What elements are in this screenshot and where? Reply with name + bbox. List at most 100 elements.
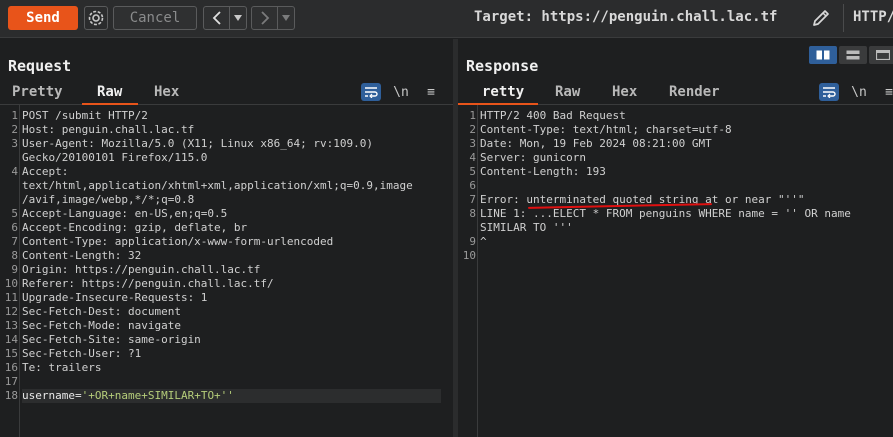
layout-side-by-side-button[interactable]: [809, 46, 837, 64]
tab-raw[interactable]: Raw: [97, 84, 122, 100]
send-button[interactable]: Send: [8, 6, 78, 30]
line-number: 15: [4, 347, 18, 360]
line-number: 17: [4, 375, 18, 388]
code-line: Sec-Fetch-Dest: document: [22, 305, 181, 318]
cancel-button[interactable]: Cancel: [113, 6, 197, 30]
http-version-selector[interactable]: HTTP/: [853, 9, 893, 25]
line-number: 18: [4, 389, 18, 402]
line-number: [0, 151, 18, 165]
wrap-text-icon: [365, 87, 378, 98]
line-number: 14: [4, 333, 18, 346]
layout-toggles: [809, 46, 893, 64]
line-number: 4: [11, 165, 18, 178]
body-param-value: '+OR+name+SIMILAR+TO+'': [81, 389, 234, 402]
back-history-dropdown[interactable]: [230, 7, 246, 29]
menu-icon[interactable]: ≡: [879, 83, 893, 101]
top-toolbar: Send Cancel Target: https://penguin.chal…: [0, 0, 893, 38]
pencil-icon: [813, 10, 829, 26]
error-caret-line: ^: [480, 235, 487, 248]
line-number: 3: [11, 137, 18, 150]
menu-icon[interactable]: ≡: [421, 83, 441, 101]
tab-hex[interactable]: Hex: [612, 84, 637, 100]
request-pane: Request Pretty Raw Hex \n ≡ 1 2 3 4 5 6 …: [0, 39, 453, 437]
code-line: Accept:: [22, 165, 69, 178]
code-line: Content-Type: application/x-www-form-url…: [22, 235, 334, 248]
code-line: Upgrade-Insecure-Requests: 1: [22, 291, 208, 304]
code-line: Accept-Language: en-US,en;q=0.5: [22, 207, 228, 220]
code-line: Gecko/20100101 Firefox/115.0: [22, 151, 208, 164]
line-number: 7: [469, 193, 476, 206]
line-number: 8: [469, 207, 476, 220]
wrap-lines-button[interactable]: [361, 83, 381, 101]
request-body-line[interactable]: username='+OR+name+SIMILAR+TO+'': [22, 389, 441, 403]
response-pane: Response retty Raw Hex Render \n ≡ 1 2 3…: [458, 39, 893, 437]
gear-icon: [88, 10, 104, 26]
edit-target-button[interactable]: [809, 6, 833, 30]
line-number: 10: [462, 249, 476, 262]
line-number: 16: [4, 361, 18, 374]
line-number: 2: [11, 123, 18, 136]
layout-tabs-button[interactable]: [869, 46, 893, 64]
error-query-continuation: SIMILAR TO ''': [480, 221, 573, 234]
tab-pretty[interactable]: retty: [482, 84, 524, 100]
request-code: POST /submit HTTP/2 Host: penguin.chall.…: [22, 109, 449, 403]
line-number: 2: [469, 123, 476, 136]
settings-button[interactable]: [84, 6, 108, 30]
line-number: 5: [11, 207, 18, 220]
wrap-lines-button[interactable]: [819, 83, 839, 101]
tab-hex[interactable]: Hex: [154, 84, 179, 100]
code-line: /avif,image/webp,*/*;q=0.8: [22, 193, 195, 206]
code-line: Accept-Encoding: gzip, deflate, br: [22, 221, 248, 234]
rows-icon: [846, 50, 860, 60]
toolbar-separator: [843, 4, 844, 32]
line-number: 6: [469, 179, 476, 192]
forward-nav-group: [251, 6, 295, 30]
request-title: Request: [8, 57, 72, 75]
code-line: Content-Type: text/html; charset=utf-8: [480, 123, 732, 136]
line-number: 6: [11, 221, 18, 234]
code-line: text/html,application/xhtml+xml,applicat…: [22, 179, 413, 192]
line-number: 9: [11, 263, 18, 276]
tab-render[interactable]: Render: [669, 84, 720, 100]
request-tabs: Pretty Raw Hex \n ≡: [0, 79, 453, 105]
code-line: Date: Mon, 19 Feb 2024 08:21:00 GMT: [480, 137, 712, 150]
code-line: Referer: https://penguin.chall.lac.tf/: [22, 277, 274, 290]
code-line: POST /submit HTTP/2: [22, 109, 148, 122]
line-number: 8: [11, 249, 18, 262]
code-line: Content-Length: 193: [480, 165, 606, 178]
line-number: 4: [469, 151, 476, 164]
line-number: 1: [11, 109, 18, 122]
line-number: 11: [4, 291, 18, 304]
code-line: Content-Length: 32: [22, 249, 142, 262]
line-number: [0, 179, 18, 193]
line-number: 10: [4, 277, 18, 290]
columns-icon: [816, 50, 830, 60]
forward-button[interactable]: [252, 7, 278, 29]
line-number: [0, 193, 18, 207]
error-query-line: LINE 1: ...ELECT * FROM penguins WHERE n…: [480, 207, 851, 220]
request-line-numbers: 1 2 3 4 5 6 7 8 9 10 11 12 13 14 15 16 1…: [0, 109, 18, 403]
code-line: Origin: https://penguin.chall.lac.tf: [22, 263, 261, 276]
tab-pretty[interactable]: Pretty: [12, 84, 63, 100]
code-line: Host: penguin.chall.lac.tf: [22, 123, 195, 136]
show-newlines-button[interactable]: \n: [391, 83, 411, 101]
line-number: 7: [11, 235, 18, 248]
tab-raw[interactable]: Raw: [555, 84, 580, 100]
line-number: 13: [4, 319, 18, 332]
response-line-numbers: 1 2 3 4 5 6 7 8 9 10: [458, 109, 476, 263]
code-line: Server: gunicorn: [480, 151, 586, 164]
code-line: Sec-Fetch-Site: same-origin: [22, 333, 201, 346]
chevron-right-icon: [260, 11, 269, 25]
layout-stacked-button[interactable]: [839, 46, 867, 64]
chevron-left-icon: [212, 11, 221, 25]
back-button[interactable]: [204, 7, 230, 29]
body-param-name: username=: [22, 389, 82, 402]
forward-history-dropdown[interactable]: [278, 7, 294, 29]
gutter-divider: [477, 105, 478, 437]
show-newlines-button[interactable]: \n: [849, 83, 869, 101]
caret-down-icon: [234, 15, 242, 21]
line-number: 3: [469, 137, 476, 150]
back-nav-group: [203, 6, 247, 30]
